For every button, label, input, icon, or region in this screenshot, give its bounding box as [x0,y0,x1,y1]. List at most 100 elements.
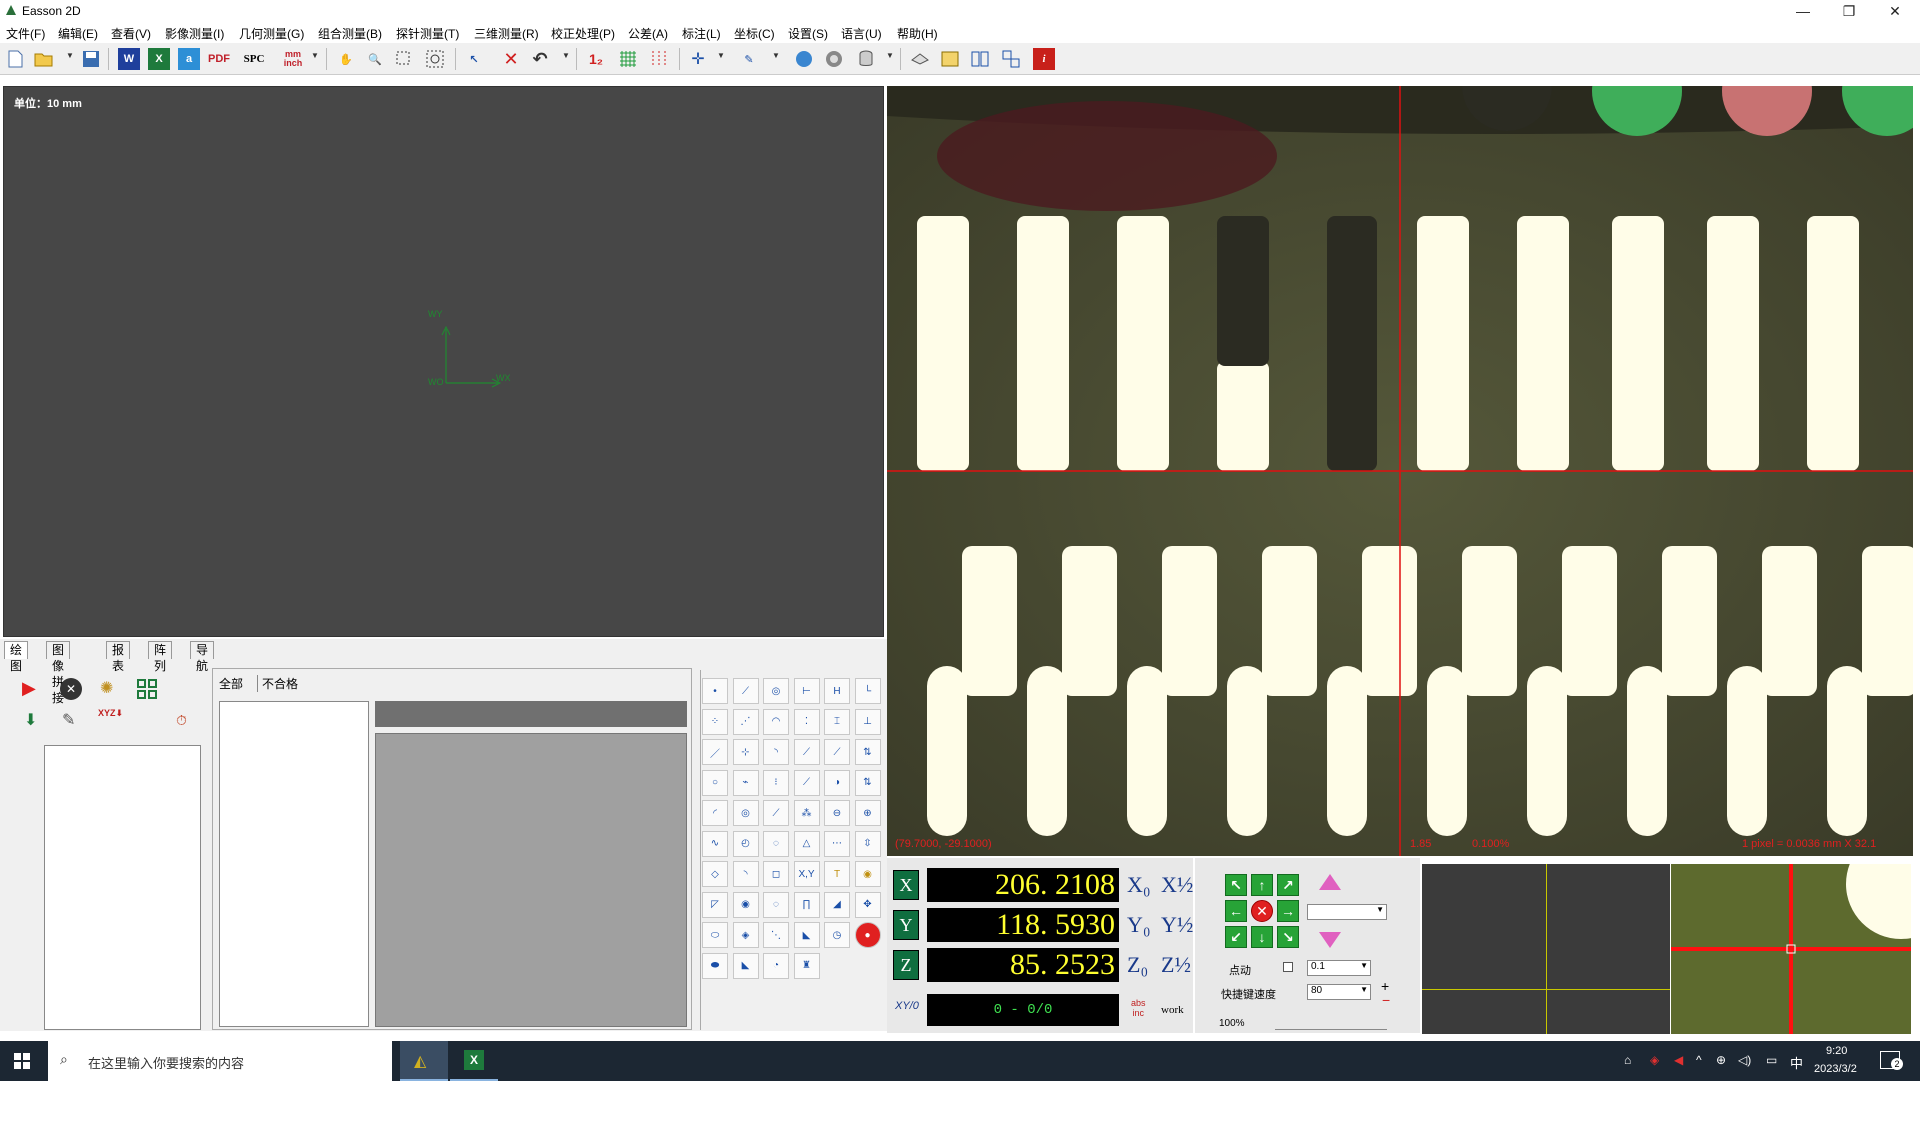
keyboard-icon[interactable]: ▭ [1766,1053,1777,1067]
z-half-button[interactable]: Z½ [1161,952,1191,978]
hotkey-speed-select[interactable]: 80 ▼ [1307,984,1371,1000]
save-icon[interactable] [80,48,102,70]
tool-bulb-icon[interactable]: ◉ [854,861,881,887]
zoom-window-icon[interactable] [393,48,415,70]
edit-export-icon[interactable]: ✎ [738,48,760,70]
globe-icon[interactable]: ⊕ [1716,1053,1726,1067]
undo-dropdown-icon[interactable]: ▼ [562,51,570,60]
select-cursor-icon[interactable]: ↖ [463,48,485,70]
tool-line-points-icon[interactable]: ⋰ [732,708,759,735]
menu-image-measure[interactable]: 影像测量(I) [165,25,224,42]
tab-navigation[interactable]: 导航 [190,641,215,673]
clock-time[interactable]: 9:20 [1826,1045,1847,1057]
tool-triangle-icon[interactable]: △ [793,830,820,857]
taskbar-search-box[interactable]: ⌕ 在这里输入你要搜索的内容 [48,1041,392,1081]
grid-view-icon[interactable] [136,678,158,700]
database-dropdown-icon[interactable]: ▼ [886,51,894,60]
z-zero-button[interactable]: Z₀ [1127,952,1148,978]
tool-rect-dash-icon[interactable]: ◻ [763,861,789,887]
tool-curve-icon[interactable]: ◜ [702,800,728,826]
windows-start-icon[interactable] [14,1053,30,1072]
tab-array[interactable]: 阵列 [148,641,173,673]
tool-center-icon[interactable]: ⊹ [732,739,759,765]
results-tab-failed[interactable]: 不合格 [257,675,298,692]
tool-point-icon[interactable]: • [702,678,728,704]
x-half-button[interactable]: X½ [1161,872,1193,898]
menu-help[interactable]: 帮助(H) [897,25,938,42]
camera-view[interactable]: (79.7000, -29.1000) 1.85 0.100% 1 pixel … [887,86,1913,856]
tool-capsule-icon[interactable]: ⬬ [702,952,728,979]
results-feature-list[interactable] [219,701,369,1027]
jog-down-left-icon[interactable]: ↙ [1225,926,1247,948]
volume-icon[interactable]: ◁) [1738,1053,1751,1067]
jog-up-icon[interactable]: ↑ [1251,874,1273,896]
numbering-icon[interactable]: 1₂ [585,48,607,70]
grid-icon[interactable] [617,48,639,70]
drawing-canvas[interactable]: 单位：10 mm WY WX WO [3,86,884,637]
jog-mode-select[interactable]: ▼ [1307,904,1387,920]
undo-icon[interactable]: ↶ [529,48,551,70]
menu-tolerance[interactable]: 公差(A) [628,25,668,42]
jog-up-right-icon[interactable]: ↗ [1277,874,1299,896]
speed-slider[interactable] [1275,1018,1387,1030]
tool-dots4-icon[interactable]: ⁂ [793,800,820,826]
crosshair-icon[interactable]: ✛ [687,48,709,70]
tool-distance-icon[interactable]: ⊢ [793,678,820,704]
tool-line3-icon[interactable]: ⟋ [793,769,820,796]
tool-compass-icon[interactable]: ◷ [824,922,850,948]
word-export-icon[interactable]: W [118,48,140,70]
tool-rhombus-icon[interactable]: ◈ [732,922,759,948]
work-coord-button[interactable]: work [1161,1004,1184,1016]
open-dropdown-icon[interactable]: ▼ [66,51,74,60]
speed-minus-button[interactable]: − [1382,992,1390,1008]
ime-indicator[interactable]: 中 [1790,1053,1803,1072]
tool-circle-half-icon[interactable]: ◑ [824,769,850,796]
menu-combo-measure[interactable]: 组合测量(B) [318,25,382,42]
minimize-button[interactable]: — [1780,0,1826,22]
tool-text-icon[interactable]: T [824,861,850,887]
step-value-select[interactable]: 0.1 ▼ [1307,960,1371,976]
tool-arc5-icon[interactable]: ◴ [732,830,759,857]
tool-dots6-icon[interactable]: ⋱ [763,922,789,948]
crosshair-dropdown-icon[interactable]: ▼ [717,51,725,60]
notification-icon[interactable]: 2 [1880,1051,1903,1070]
menu-geometry-measure[interactable]: 几何测量(G) [239,25,304,42]
jog-left-icon[interactable]: ← [1225,900,1247,922]
menu-3d-measure[interactable]: 三维测量(R) [474,25,539,42]
timer-icon[interactable]: ⏱ [176,712,198,734]
menu-edit[interactable]: 编辑(E) [58,25,98,42]
z-down-icon[interactable] [1319,932,1341,948]
tool-line4-icon[interactable]: ⟋ [763,800,789,826]
tool-perpendicular-icon[interactable]: ⊥ [854,708,881,735]
chevron-up-icon[interactable]: ^ [1696,1053,1702,1067]
program-list[interactable] [44,745,201,1030]
tool-circle-minus-icon[interactable]: ⊖ [824,800,850,826]
tool-circle-fit-icon[interactable]: ◎ [763,678,789,704]
tab-report[interactable]: 报表 [106,641,131,673]
edit-export-dropdown-icon[interactable]: ▼ [772,51,780,60]
clock-date[interactable]: 2023/3/2 [1814,1063,1857,1075]
taskbar-easson-app[interactable]: ◭ [400,1041,448,1081]
info-icon[interactable]: i [1033,48,1055,70]
zoom-icon[interactable]: 🔍 [364,48,386,70]
run-icon[interactable]: ▶ [22,678,44,700]
tool-diamond-icon[interactable]: ◇ [702,861,728,887]
camera-globe-icon[interactable] [793,48,815,70]
stop-icon[interactable]: ✕ [60,678,82,700]
security-icon[interactable]: ◈ [1650,1053,1659,1067]
tool-caliper-icon[interactable]: ∏ [793,891,820,918]
tool-arrows-icon[interactable]: ⇳ [854,830,881,857]
menu-language[interactable]: 语言(U) [841,25,882,42]
tool-circle-dash-icon[interactable]: ◌ [763,830,789,857]
tool-xy-coord-icon[interactable]: X,Y [793,861,820,887]
results-tab-all[interactable]: 全部 [219,675,243,692]
step-checkbox[interactable] [1283,962,1293,972]
x-zero-button[interactable]: X₀ [1127,872,1151,898]
tool-spline-icon[interactable]: ∿ [702,830,728,857]
menu-coordinate[interactable]: 坐标(C) [734,25,775,42]
tool-wedge-icon[interactable]: ◢ [824,891,850,918]
database-icon[interactable] [855,48,877,70]
abs-inc-toggle[interactable]: abs inc [1131,998,1146,1018]
y-half-button[interactable]: Y½ [1161,912,1193,938]
new-file-icon[interactable] [4,48,26,70]
